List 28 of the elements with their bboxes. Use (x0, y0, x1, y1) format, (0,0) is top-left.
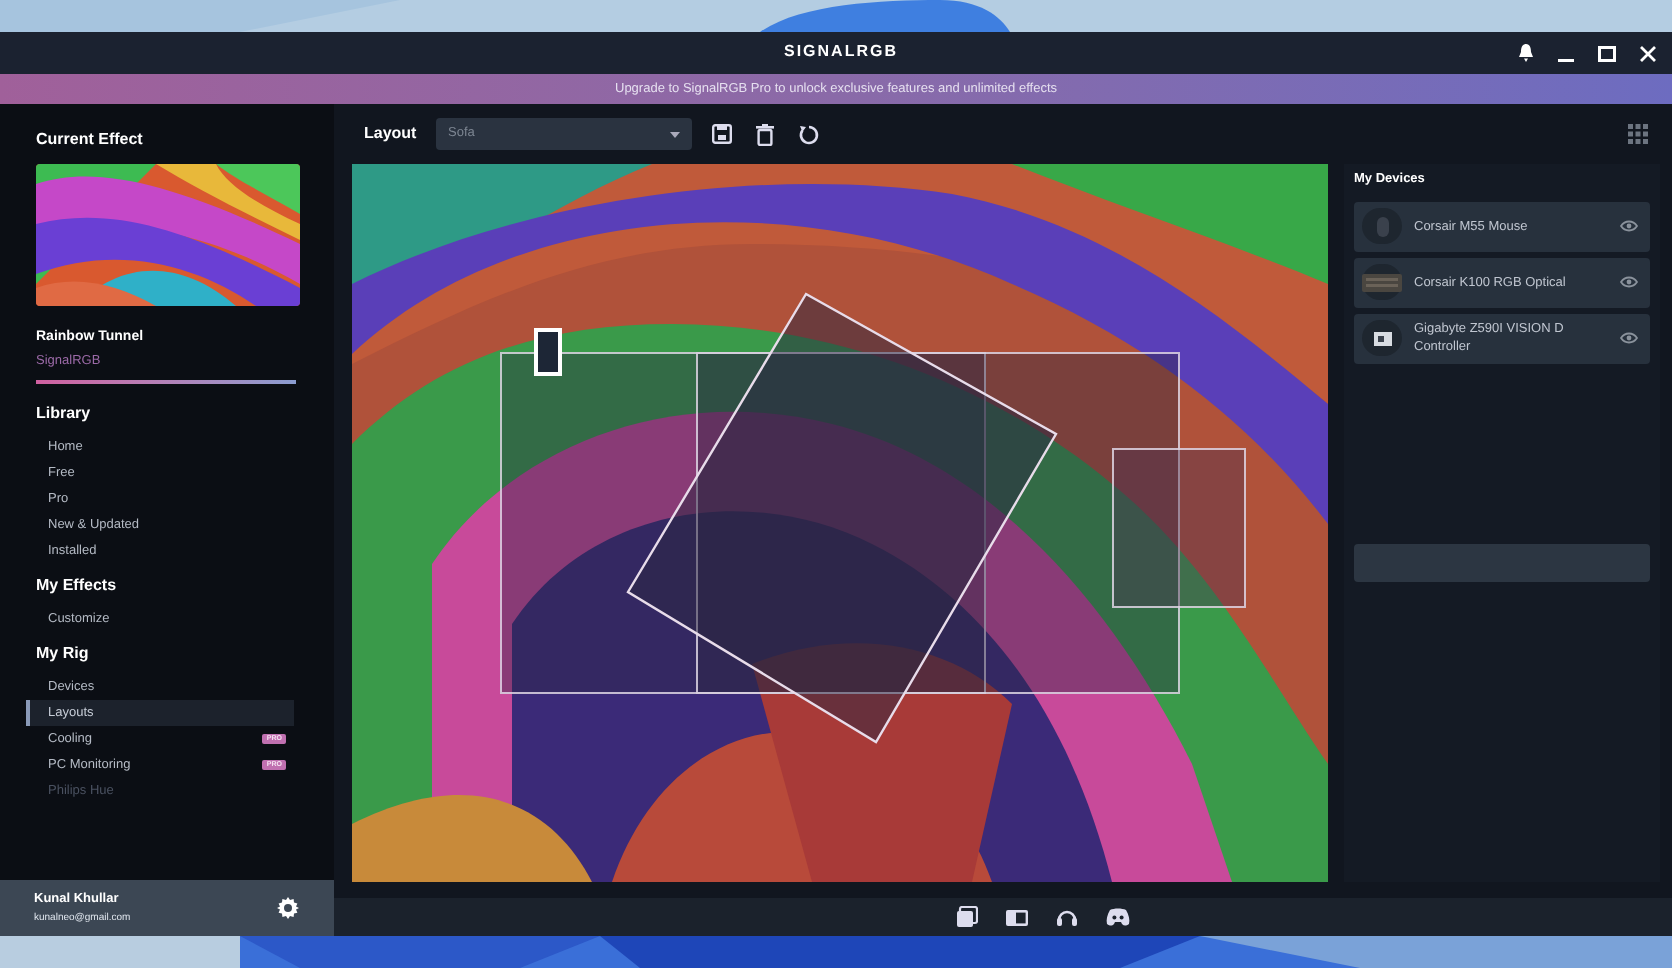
section-heading: Current Effect (36, 128, 145, 152)
section-heading: My Effects (36, 573, 119, 598)
device-outline[interactable] (626, 292, 1058, 744)
eye-icon[interactable] (1620, 332, 1638, 345)
save-icon[interactable] (712, 124, 732, 144)
eye-icon[interactable] (1620, 220, 1638, 233)
section-heading: My Rig (36, 641, 91, 666)
reset-icon[interactable] (798, 123, 820, 145)
device-outline[interactable] (1112, 448, 1246, 608)
trash-icon[interactable] (756, 123, 774, 145)
settings-icon[interactable] (276, 896, 300, 920)
grid-icon[interactable] (1628, 124, 1648, 144)
caret-icon (670, 131, 680, 137)
discord-icon[interactable] (1106, 908, 1130, 926)
close-icon[interactable] (1640, 45, 1656, 61)
section-heading: Library (36, 401, 93, 426)
bell-icon[interactable] (1518, 44, 1534, 62)
circuit-board-icon (1373, 331, 1391, 346)
panel-toggle-icon[interactable] (1006, 909, 1028, 925)
layout-label: Layout (364, 122, 419, 146)
maximize-icon[interactable] (1598, 45, 1616, 61)
device-outline[interactable] (696, 352, 1180, 694)
headset-icon[interactable] (1056, 906, 1078, 928)
mouse-icon (1375, 215, 1389, 238)
keyboard-icon (1362, 273, 1402, 292)
drag-handle[interactable] (534, 328, 562, 376)
window-title: SIGNALRGB (784, 40, 898, 64)
eye-icon[interactable] (1620, 276, 1638, 289)
